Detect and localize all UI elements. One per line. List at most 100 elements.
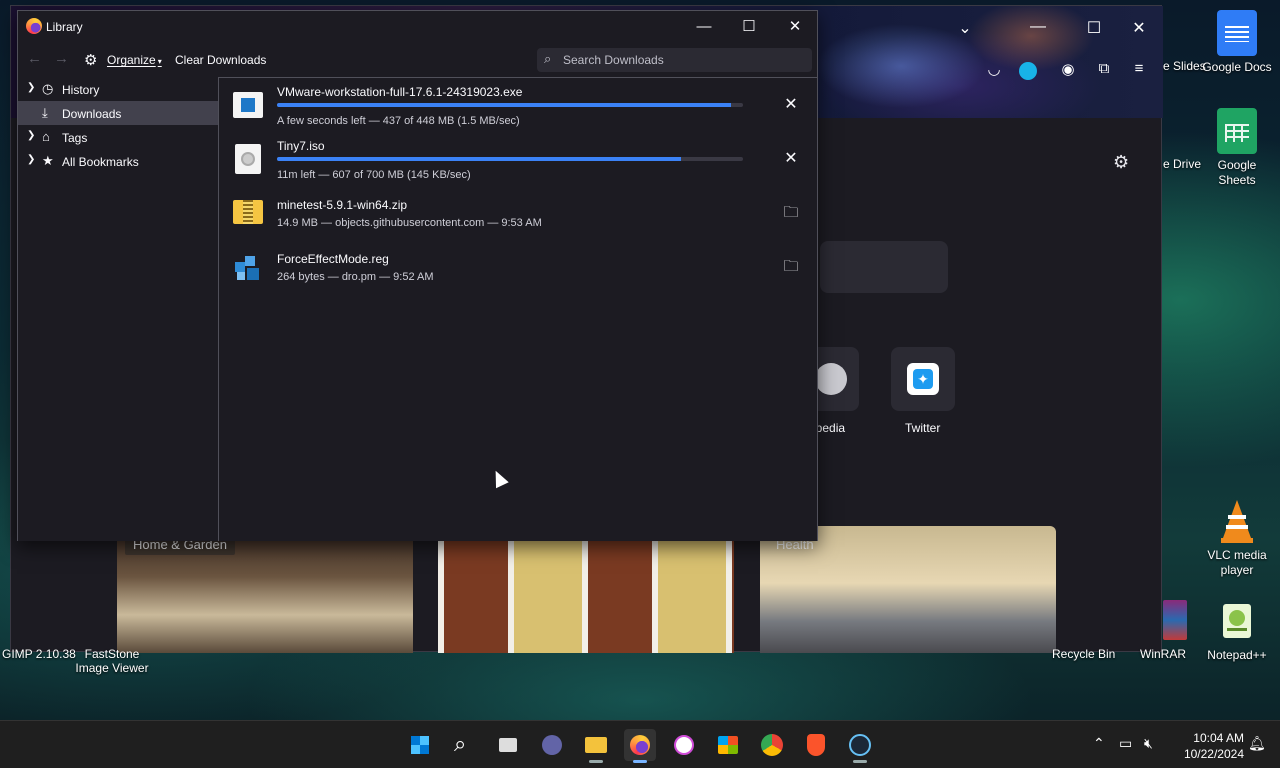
- extension-icon[interactable]: [1019, 62, 1037, 80]
- desktop-label-drive[interactable]: e Drive: [1163, 157, 1201, 171]
- music-icon: [674, 735, 694, 755]
- registry-file-icon: [233, 252, 263, 282]
- twitter-icon: ✦: [907, 363, 939, 395]
- firefox-taskbar-button[interactable]: [624, 729, 656, 763]
- download-progress-bar: [277, 103, 743, 107]
- winrar-icon[interactable]: [1163, 600, 1187, 640]
- desktop-icon-label: VLC media: [1207, 548, 1267, 562]
- extensions-puzzle-icon[interactable]: ⧉: [1093, 60, 1115, 82]
- desktop-icon-google-sheets[interactable]: Google Sheets: [1200, 108, 1274, 188]
- search-placeholder: Search Downloads: [563, 53, 664, 67]
- desktop-icon-notepadpp[interactable]: Notepad++: [1200, 598, 1274, 663]
- pocket-icon[interactable]: ◡: [983, 60, 1005, 82]
- desktop-icon-label: Google: [1217, 158, 1257, 172]
- windows-logo-icon: [409, 734, 431, 756]
- account-icon[interactable]: ◉: [1057, 60, 1079, 82]
- desktop-label-recycle-bin[interactable]: Recycle Bin: [1052, 647, 1115, 661]
- task-view-icon: [499, 738, 517, 752]
- download-item[interactable]: minetest-5.9.1-win64.zip 14.9 MB — objec…: [219, 186, 817, 240]
- sidebar-item-label: Tags: [62, 131, 88, 145]
- search-icon: ⌕: [544, 51, 552, 66]
- download-item[interactable]: ForceEffectMode.reg 264 bytes — dro.pm —…: [219, 240, 817, 294]
- store-icon: [718, 736, 738, 754]
- library-titlebar[interactable]: Library — ☐ ✕: [18, 11, 817, 43]
- close-button[interactable]: ✕: [780, 17, 810, 37]
- desktop-label-gimp[interactable]: GIMP 2.10.38: [2, 647, 76, 661]
- system-clock[interactable]: 10:04 AM 10/22/2024: [1172, 730, 1244, 762]
- google-sheets-icon: [1217, 108, 1257, 154]
- download-filename: Tiny7.iso: [277, 139, 325, 153]
- download-item[interactable]: VMware-workstation-full-17.6.1-24319023.…: [219, 78, 817, 132]
- teams-chat-button[interactable]: [536, 729, 568, 761]
- maximize-button[interactable]: ☐: [734, 17, 764, 37]
- sidebar-item-all-bookmarks[interactable]: ❯ ★ All Bookmarks: [18, 149, 218, 173]
- show-hidden-icons-chevron-icon[interactable]: ⌃: [1093, 735, 1105, 752]
- shortcut-tile-twitter[interactable]: ✦: [891, 347, 955, 411]
- start-button[interactable]: [404, 729, 436, 761]
- download-icon: ⤓: [42, 105, 48, 120]
- hamburger-menu-icon[interactable]: ≡: [1128, 60, 1150, 82]
- open-folder-button[interactable]: 🗀: [779, 255, 803, 279]
- network-icon[interactable]: ▭: [1119, 735, 1132, 752]
- story-card-health[interactable]: Health: [760, 526, 1056, 653]
- notification-bell-icon[interactable]: 🔔︎: [1248, 735, 1266, 752]
- organize-label: Organize: [107, 53, 156, 67]
- cancel-download-button[interactable]: ✕: [779, 147, 803, 171]
- download-status: 264 bytes — dro.pm — 9:52 AM: [277, 271, 434, 283]
- task-view-button[interactable]: [492, 729, 524, 761]
- newtab-search-box[interactable]: [820, 241, 948, 293]
- star-icon: ★: [42, 153, 54, 168]
- cancel-download-button[interactable]: ✕: [779, 93, 803, 117]
- story-card-home-garden[interactable]: Home & Garden: [117, 526, 413, 653]
- expand-twisty-icon[interactable]: ❯: [27, 82, 35, 93]
- back-arrow-icon[interactable]: ←: [27, 50, 42, 67]
- list-all-tabs-chevron-icon[interactable]: ⌄: [950, 18, 980, 38]
- sidebar-item-tags[interactable]: ❯ ⌂ Tags: [18, 125, 218, 149]
- desktop-icon-vlc[interactable]: VLC media player: [1200, 498, 1274, 578]
- search-downloads-input[interactable]: ⌕ Search Downloads: [537, 48, 812, 72]
- story-card-food[interactable]: [438, 526, 734, 653]
- shortcut-label: Twitter: [905, 421, 941, 435]
- desktop-icon-google-docs[interactable]: Google Docs: [1200, 10, 1274, 75]
- desktop-label-line: FastStone: [84, 647, 140, 661]
- download-progress-bar: [277, 157, 743, 161]
- download-item[interactable]: Tiny7.iso 11m left — 607 of 700 MB (145 …: [219, 132, 817, 186]
- library-toolbar: ← → ⚙ Organize ▾ Clear Downloads ⌕ Search…: [18, 43, 817, 77]
- disc-image-icon: [233, 144, 263, 174]
- maximize-button[interactable]: ☐: [1079, 18, 1109, 38]
- forward-arrow-icon[interactable]: →: [54, 50, 69, 67]
- gear-icon[interactable]: ⚙: [84, 51, 97, 69]
- expand-twisty-icon[interactable]: ❯: [27, 130, 35, 141]
- taskbar: ⌕ ⌃ ▭ 🔇︎ 10:04 AM 10/22/2024 🔔︎: [0, 720, 1280, 768]
- download-filename: ForceEffectMode.reg: [277, 252, 389, 266]
- wikipedia-icon: [815, 363, 847, 395]
- ms-store-button[interactable]: [712, 729, 744, 761]
- minimize-button[interactable]: —: [1023, 18, 1053, 38]
- desktop-label-faststone[interactable]: FastStone Image Viewer: [70, 647, 154, 675]
- twitter-bird-icon: ✦: [913, 369, 933, 389]
- sidebar-item-downloads[interactable]: ⤓ Downloads: [18, 101, 218, 125]
- desktop-icon-label: Google Docs: [1202, 60, 1272, 74]
- desktop-icon-label: Sheets: [1218, 173, 1256, 187]
- organize-menu-button[interactable]: Organize ▾: [107, 53, 162, 67]
- download-status: 14.9 MB — objects.githubusercontent.com …: [277, 217, 542, 229]
- itunes-button[interactable]: [668, 729, 700, 761]
- volume-muted-icon[interactable]: 🔇︎: [1144, 735, 1153, 752]
- clock-time: 10:04 AM: [1193, 731, 1244, 745]
- steam-icon: [849, 734, 871, 756]
- desktop-label-winrar[interactable]: WinRAR: [1140, 647, 1186, 661]
- progress-fill: [277, 157, 682, 161]
- file-explorer-button[interactable]: [580, 729, 612, 763]
- steam-button[interactable]: [844, 729, 876, 763]
- open-folder-button[interactable]: 🗀: [779, 201, 803, 225]
- brave-lion-icon: [807, 734, 825, 756]
- expand-twisty-icon[interactable]: ❯: [27, 154, 35, 165]
- gear-icon[interactable]: ⚙: [1113, 152, 1129, 173]
- chrome-button[interactable]: [756, 729, 788, 761]
- search-button[interactable]: ⌕: [448, 729, 480, 761]
- close-button[interactable]: ✕: [1124, 18, 1154, 38]
- sidebar-item-history[interactable]: ❯ ◷ History: [18, 77, 218, 101]
- brave-button[interactable]: [800, 729, 832, 761]
- clear-downloads-button[interactable]: Clear Downloads: [175, 53, 266, 67]
- minimize-button[interactable]: —: [689, 17, 719, 37]
